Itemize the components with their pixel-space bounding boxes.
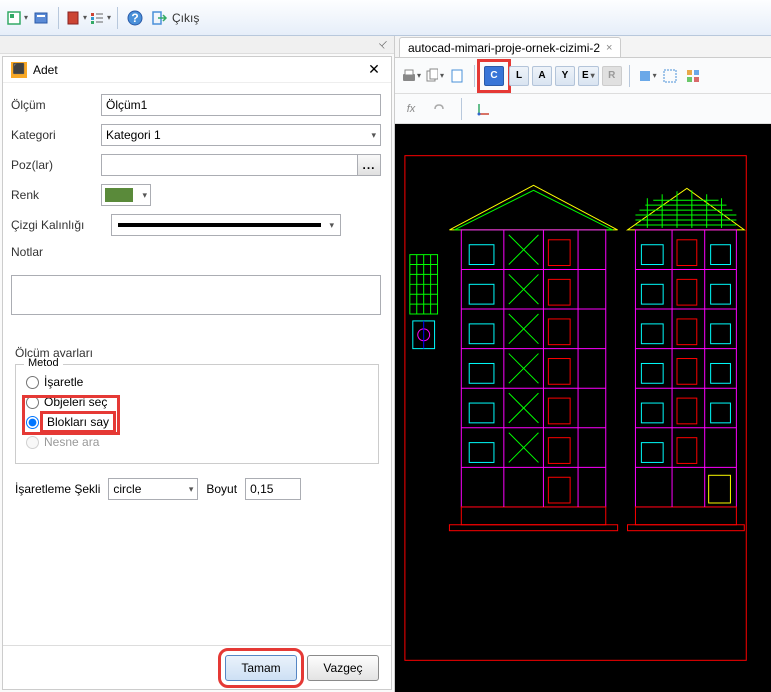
document-tab[interactable]: autocad-mimari-proje-ornek-cizimi-2 × <box>399 37 621 57</box>
renk-select[interactable] <box>101 184 151 206</box>
pin-icon[interactable]: ⊥ <box>377 38 391 52</box>
fill-icon[interactable] <box>637 66 657 86</box>
doc-icon[interactable] <box>447 66 467 86</box>
close-icon[interactable]: ✕ <box>365 61 383 79</box>
radio-nesne: Nesne ara <box>26 433 368 451</box>
layer-r-button[interactable]: R <box>602 66 622 86</box>
layer-e-button[interactable]: E <box>578 66 599 86</box>
tool-btn-4[interactable] <box>89 7 111 29</box>
tool-btn-1[interactable] <box>6 7 28 29</box>
label-olcum: Ölçüm <box>11 98 101 112</box>
fx-icon[interactable]: fx <box>401 99 421 119</box>
size-input[interactable] <box>245 478 301 500</box>
dialog-icon: ⬛ <box>11 62 27 78</box>
olcum-input[interactable] <box>101 94 381 116</box>
layer-a-button[interactable]: A <box>532 66 552 86</box>
layer-c-button[interactable]: C <box>484 66 504 86</box>
left-panel: ⊥ ⬛ Adet ✕ Ölçüm Kategori Kategori 1 Poz… <box>0 36 395 692</box>
svg-text:?: ? <box>131 11 138 25</box>
exit-button[interactable]: Çıkış <box>148 7 203 29</box>
axis-icon[interactable] <box>474 99 494 119</box>
tool-btn-3[interactable] <box>65 7 87 29</box>
tab-close-icon[interactable]: × <box>606 42 612 54</box>
cad-viewport[interactable] <box>395 124 771 692</box>
notlar-textarea[interactable] <box>11 275 381 315</box>
grid-icon[interactable] <box>683 66 703 86</box>
radio-isaretle[interactable]: İşaretle <box>26 373 368 391</box>
dialog-title: Adet <box>33 63 365 77</box>
shape-label: İşaretleme Şekli <box>15 482 100 496</box>
size-label: Boyut <box>206 482 237 496</box>
cizgi-select[interactable] <box>111 214 341 236</box>
right-panel: autocad-mimari-proje-ornek-cizimi-2 × C … <box>395 36 771 692</box>
label-pozlar: Poz(lar) <box>11 158 101 172</box>
radio-objeleri[interactable]: Objeleri seç <box>26 393 368 411</box>
cad-toolbar: C L A Y E R <box>395 58 771 94</box>
ok-button[interactable]: Tamam <box>225 655 297 681</box>
tool-btn-2[interactable] <box>30 7 52 29</box>
label-kategori: Kategori <box>11 128 101 142</box>
kategori-select[interactable]: Kategori 1 <box>101 124 381 146</box>
label-notlar: Notlar <box>11 245 101 259</box>
pozlar-browse-button[interactable]: ... <box>357 154 381 176</box>
metod-legend: Metod <box>24 357 63 369</box>
print-icon[interactable] <box>401 66 421 86</box>
label-cizgi: Çizgi Kalınlığı <box>11 218 101 232</box>
pozlar-input[interactable] <box>101 154 357 176</box>
main-toolbar: ? Çıkış <box>0 0 771 36</box>
copy-icon[interactable] <box>424 66 444 86</box>
adet-dialog: ⬛ Adet ✕ Ölçüm Kategori Kategori 1 Poz(l… <box>2 56 392 690</box>
settings-title: Ölçüm ayarları <box>15 346 379 360</box>
label-renk: Renk <box>11 188 101 202</box>
cancel-button[interactable]: Vazgeç <box>307 655 379 681</box>
radio-bloklari[interactable]: Blokları say <box>26 413 368 431</box>
exit-label: Çıkış <box>172 11 199 25</box>
shape-select[interactable]: circle <box>108 478 198 500</box>
layer-l-button[interactable]: L <box>509 66 529 86</box>
cad-toolbar-2: fx <box>395 94 771 124</box>
help-icon[interactable]: ? <box>124 7 146 29</box>
select-icon[interactable] <box>660 66 680 86</box>
link-icon[interactable] <box>429 99 449 119</box>
layer-y-button[interactable]: Y <box>555 66 575 86</box>
